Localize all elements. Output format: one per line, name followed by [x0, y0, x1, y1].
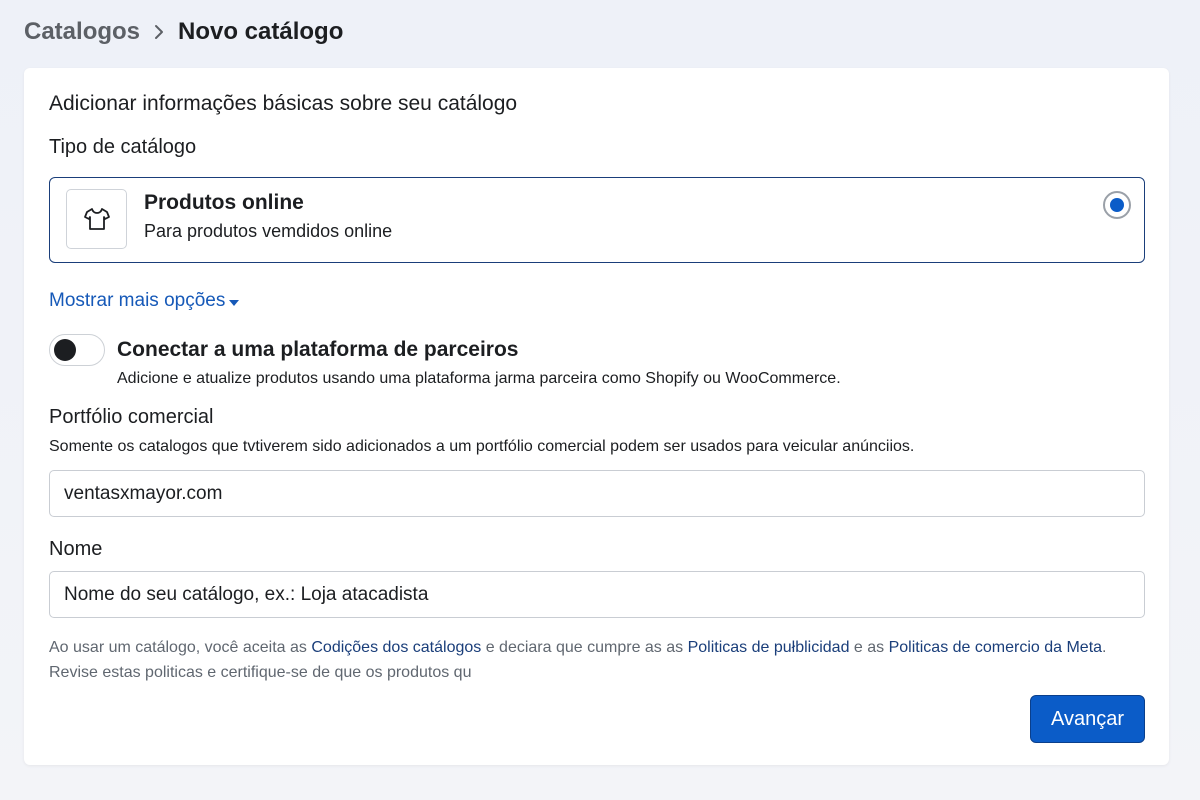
radio-selected-dot — [1110, 198, 1124, 212]
catalog-type-label: Tipo de catálogo — [49, 136, 197, 158]
name-label: Nome — [49, 538, 103, 560]
legal-text-2: e deciara que cumpre as as — [485, 639, 688, 656]
caret-down-icon — [229, 299, 240, 306]
tshirt-icon — [83, 208, 110, 230]
partner-platform-toggle[interactable] — [49, 334, 105, 366]
new-catalog-card: Adicionar informações básicas sobre seu … — [24, 68, 1169, 765]
legal-text-3: e as — [853, 639, 889, 656]
advertising-policies-link[interactable]: Politicas de pułblicidad — [688, 639, 850, 656]
portfolio-description: Somente os catalogos que tvtiverem sido … — [49, 438, 915, 455]
option-icon-box — [66, 189, 127, 249]
catalog-conditions-link[interactable]: Codições dos catálogos — [311, 639, 485, 656]
portfolio-label: Portfólio comercial — [49, 406, 214, 428]
toggle-knob — [54, 339, 76, 361]
catalog-type-option-online-products[interactable]: Produtos online Para produtos vemdidos o… — [49, 177, 1145, 263]
partner-platform-description: Adicione e atualize produtos usando uma … — [117, 370, 841, 387]
breadcrumb: Catalogos Novo catálogo — [24, 18, 343, 46]
show-more-options-link[interactable]: Mostrar mais opções — [49, 290, 240, 312]
show-more-options-label: Mostrar mais opções — [49, 290, 226, 311]
option-title: Produtos online — [144, 191, 304, 214]
portfolio-input[interactable] — [49, 470, 1145, 517]
option-radio[interactable] — [1103, 191, 1131, 219]
option-description: Para produtos vemdidos online — [144, 221, 393, 241]
legal-text-1: Ao usar um catálogo, você aceita as — [49, 639, 312, 656]
breadcrumb-catalogs-link[interactable]: Catalogos — [24, 18, 140, 46]
legal-notice: Ao usar um catálogo, você aceita as Codi… — [49, 635, 1129, 685]
commerce-policies-link[interactable]: Politicas de comercio da Meta — [889, 639, 1102, 656]
catalog-name-input[interactable] — [49, 571, 1145, 618]
card-title: Adicionar informações básicas sobre seu … — [49, 92, 518, 115]
chevron-right-icon — [155, 25, 164, 39]
partner-platform-title: Conectar a uma plataforma de parceiros — [117, 338, 519, 361]
next-button[interactable]: Avançar — [1030, 695, 1145, 743]
page-title: Novo catálogo — [178, 18, 344, 45]
